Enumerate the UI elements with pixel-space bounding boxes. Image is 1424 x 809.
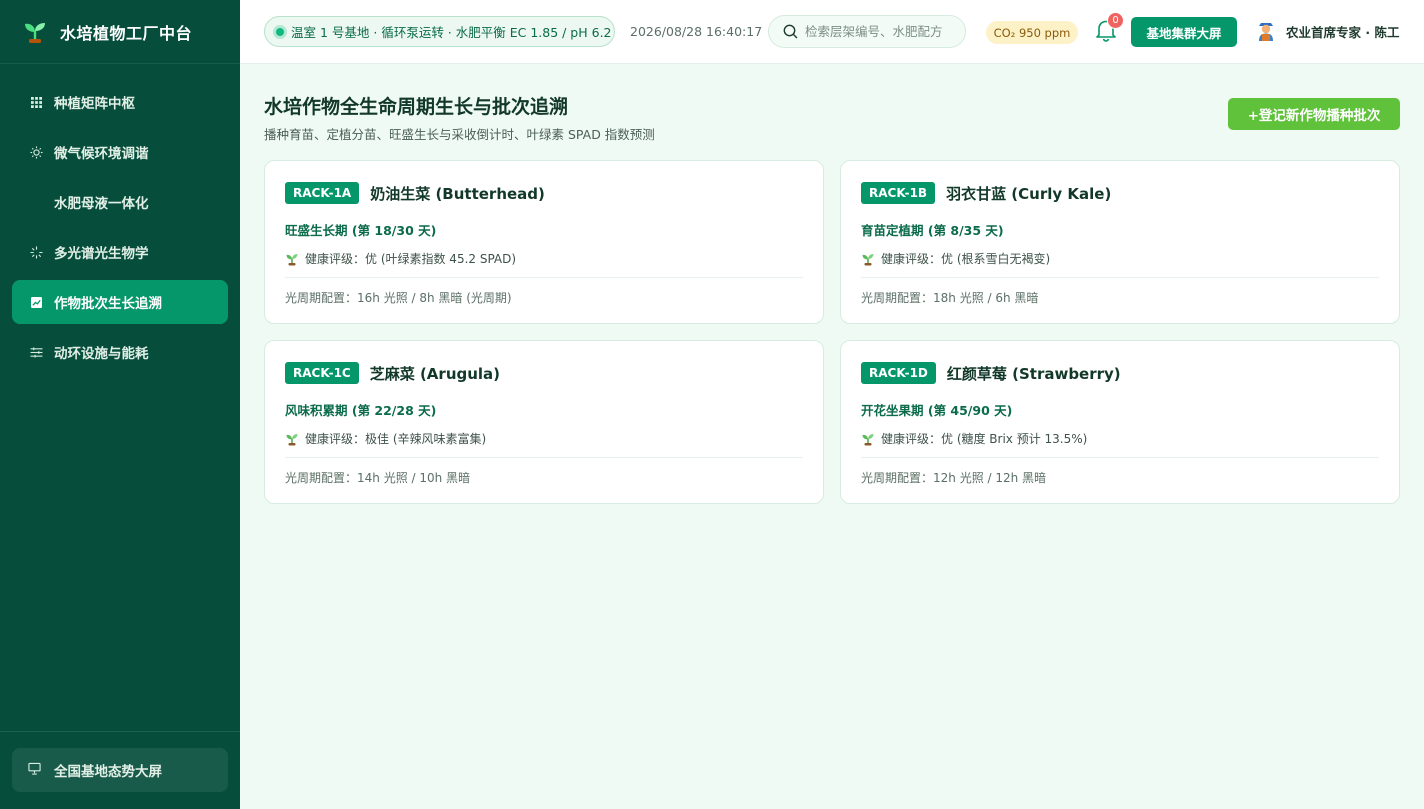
- sidebar-item-light-spectrum[interactable]: 多光谱光生物学: [12, 230, 228, 274]
- crop-batch-card[interactable]: RACK-1A 奶油生菜 (Butterhead) 旺盛生长期 (第 18/30…: [264, 160, 824, 324]
- photoperiod-config: 光周期配置：12h 光照 / 12h 黑暗: [861, 471, 1047, 485]
- user-profile[interactable]: 农业首席专家 · 陈工: [1256, 20, 1399, 42]
- health-text: 健康评级：优 (根系雪白无褐变): [881, 252, 1051, 266]
- rack-id-badge: RACK-1D: [861, 362, 936, 384]
- search-input[interactable]: [805, 24, 955, 39]
- health-rating: 健康评级：优 (叶绿素指数 45.2 SPAD): [285, 250, 516, 267]
- card-header: RACK-1A 奶油生菜 (Butterhead): [285, 182, 545, 204]
- health-rating: 健康评级：优 (根系雪白无褐变): [861, 250, 1050, 267]
- card-divider: [861, 277, 1379, 278]
- sidebar-item-label: 多光谱光生物学: [54, 246, 149, 262]
- search-box: [768, 15, 966, 48]
- page-title: 水培作物全生命周期生长与批次追溯: [264, 96, 569, 118]
- sprout-icon: [286, 433, 298, 445]
- app-root: 水培植物工厂中台 种植矩阵中枢 微气候环境调谐 水肥母液一体化 多光谱光生物学 …: [0, 0, 1424, 809]
- health-text: 健康评级：极佳 (辛辣风味素富集): [305, 432, 487, 446]
- sidebar-footer: 全国基地态势大屏: [0, 731, 240, 809]
- card-header: RACK-1C 芝麻菜 (Arugula): [285, 362, 500, 384]
- sidebar-item-label: 微气候环境调谐: [54, 146, 149, 162]
- system-status-text: 温室 1 号基地 · 循环泵运转 · 水肥平衡 EC 1.85 / pH 6.2: [291, 25, 612, 40]
- sidebar-item-fertigation[interactable]: 水肥母液一体化: [12, 180, 228, 224]
- crop-name: 奶油生菜 (Butterhead): [370, 184, 545, 203]
- crop-batch-card[interactable]: RACK-1C 芝麻菜 (Arugula) 风味积累期 (第 22/28 天) …: [264, 340, 824, 504]
- crop-batch-card[interactable]: RACK-1D 红颜草莓 (Strawberry) 开花坐果期 (第 45/90…: [840, 340, 1400, 504]
- sprout-icon: [862, 253, 874, 265]
- card-header: RACK-1B 羽衣甘蓝 (Curly Kale): [861, 182, 1111, 204]
- presentation-screen-icon: [28, 762, 44, 778]
- footer-label: 全国基地态势大屏: [54, 764, 162, 780]
- sidebar-item-facilities-energy[interactable]: 动环设施与能耗: [12, 330, 228, 374]
- crop-batch-card[interactable]: RACK-1B 羽衣甘蓝 (Curly Kale) 育苗定植期 (第 8/35 …: [840, 160, 1400, 324]
- growth-stage: 育苗定植期 (第 8/35 天): [861, 223, 1004, 238]
- sidebar-item-label: 作物批次生长追溯: [54, 296, 162, 312]
- growth-stage: 旺盛生长期 (第 18/30 天): [285, 223, 437, 238]
- blank-icon: [28, 194, 44, 210]
- add-crop-batch-button[interactable]: +登记新作物播种批次: [1228, 98, 1400, 130]
- brand: 水培植物工厂中台: [0, 0, 240, 64]
- app-title: 水培植物工厂中台: [60, 23, 193, 43]
- health-rating: 健康评级：优 (糖度 Brix 预计 13.5%): [861, 430, 1087, 447]
- sidebar: 水培植物工厂中台 种植矩阵中枢 微气候环境调谐 水肥母液一体化 多光谱光生物学 …: [0, 0, 240, 809]
- system-status-pill: 温室 1 号基地 · 循环泵运转 · 水肥平衡 EC 1.85 / pH 6.2: [264, 16, 615, 47]
- card-divider: [285, 277, 803, 278]
- farmer-avatar-icon: [1259, 23, 1273, 41]
- crop-name: 羽衣甘蓝 (Curly Kale): [946, 184, 1112, 203]
- chart-icon: [28, 294, 44, 310]
- sidebar-item-label: 种植矩阵中枢: [54, 96, 135, 112]
- card-divider: [861, 457, 1379, 458]
- rack-id-badge: RACK-1B: [861, 182, 936, 204]
- card-divider: [285, 457, 803, 458]
- sidebar-nav: 种植矩阵中枢 微气候环境调谐 水肥母液一体化 多光谱光生物学 作物批次生长追溯 …: [0, 64, 240, 374]
- grid-icon: [28, 94, 44, 110]
- page-subtitle: 播种育苗、定植分苗、旺盛生长与采收倒计时、叶绿素 SPAD 指数预测: [264, 127, 655, 142]
- sprout-icon: [862, 433, 874, 445]
- rack-id-badge: RACK-1A: [285, 182, 360, 204]
- health-text: 健康评级：优 (糖度 Brix 预计 13.5%): [881, 432, 1088, 446]
- photoperiod-config: 光周期配置：16h 光照 / 8h 黑暗 (光周期): [285, 291, 512, 305]
- photoperiod-config: 光周期配置：18h 光照 / 6h 黑暗: [861, 291, 1039, 305]
- co2-badge: CO₂ 950 ppm: [986, 21, 1078, 44]
- crop-name: 红颜草莓 (Strawberry): [946, 364, 1121, 383]
- current-datetime: 2026/08/28 16:40:17: [630, 24, 763, 39]
- sliders-icon: [28, 344, 44, 360]
- card-header: RACK-1D 红颜草莓 (Strawberry): [861, 362, 1121, 384]
- health-text: 健康评级：优 (叶绿素指数 45.2 SPAD): [305, 252, 517, 266]
- sidebar-item-planting-matrix[interactable]: 种植矩阵中枢: [12, 80, 228, 124]
- photoperiod-config: 光周期配置：14h 光照 / 10h 黑暗: [285, 471, 471, 485]
- seedling-logo-icon: [25, 22, 45, 43]
- growth-stage: 风味积累期 (第 22/28 天): [285, 403, 437, 418]
- sidebar-item-label: 水肥母液一体化: [54, 196, 149, 212]
- national-dashboard-button[interactable]: 全国基地态势大屏: [12, 748, 228, 792]
- cluster-bigscreen-button[interactable]: 基地集群大屏: [1131, 17, 1237, 47]
- search-icon: [783, 24, 798, 39]
- sprout-icon: [286, 253, 298, 265]
- growth-stage: 开花坐果期 (第 45/90 天): [861, 403, 1013, 418]
- rack-id-badge: RACK-1C: [285, 362, 359, 384]
- top-header: 温室 1 号基地 · 循环泵运转 · 水肥平衡 EC 1.85 / pH 6.2…: [240, 0, 1424, 64]
- status-dot-icon: [276, 27, 284, 36]
- sidebar-item-microclimate[interactable]: 微气候环境调谐: [12, 130, 228, 174]
- notification-count-badge: 0: [1107, 12, 1124, 29]
- crop-name: 芝麻菜 (Arugula): [369, 364, 501, 383]
- sidebar-item-crop-batch-tracking[interactable]: 作物批次生长追溯: [12, 280, 228, 324]
- spectrum-icon: [28, 244, 44, 260]
- user-label: 农业首席专家 · 陈工: [1286, 24, 1400, 40]
- health-rating: 健康评级：极佳 (辛辣风味素富集): [285, 430, 486, 447]
- sun-icon: [28, 144, 44, 160]
- sidebar-item-label: 动环设施与能耗: [54, 346, 149, 362]
